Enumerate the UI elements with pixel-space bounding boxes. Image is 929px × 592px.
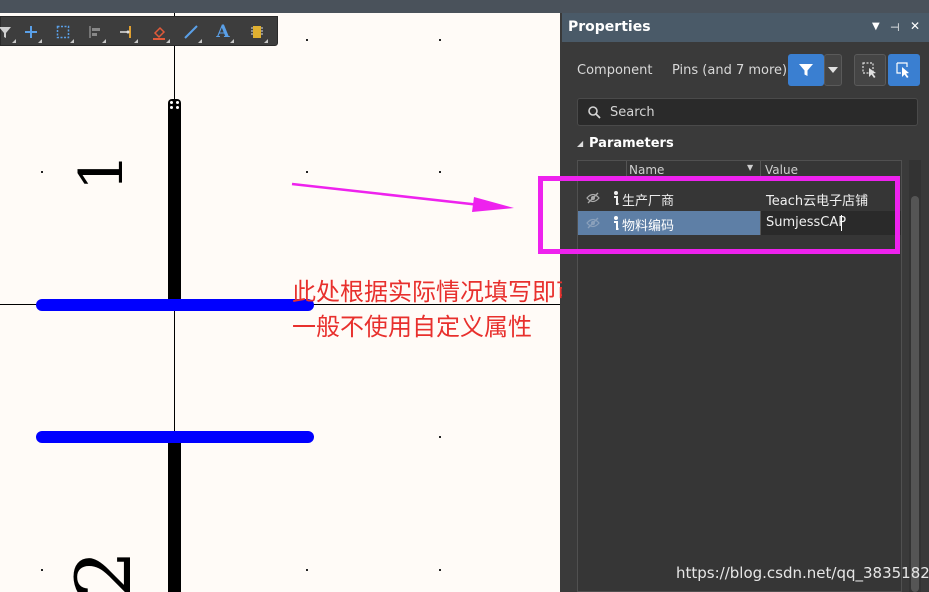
annotation-arrow [291,182,514,212]
watermark: https://blog.csdn.net/qq_38351824 [676,564,929,582]
